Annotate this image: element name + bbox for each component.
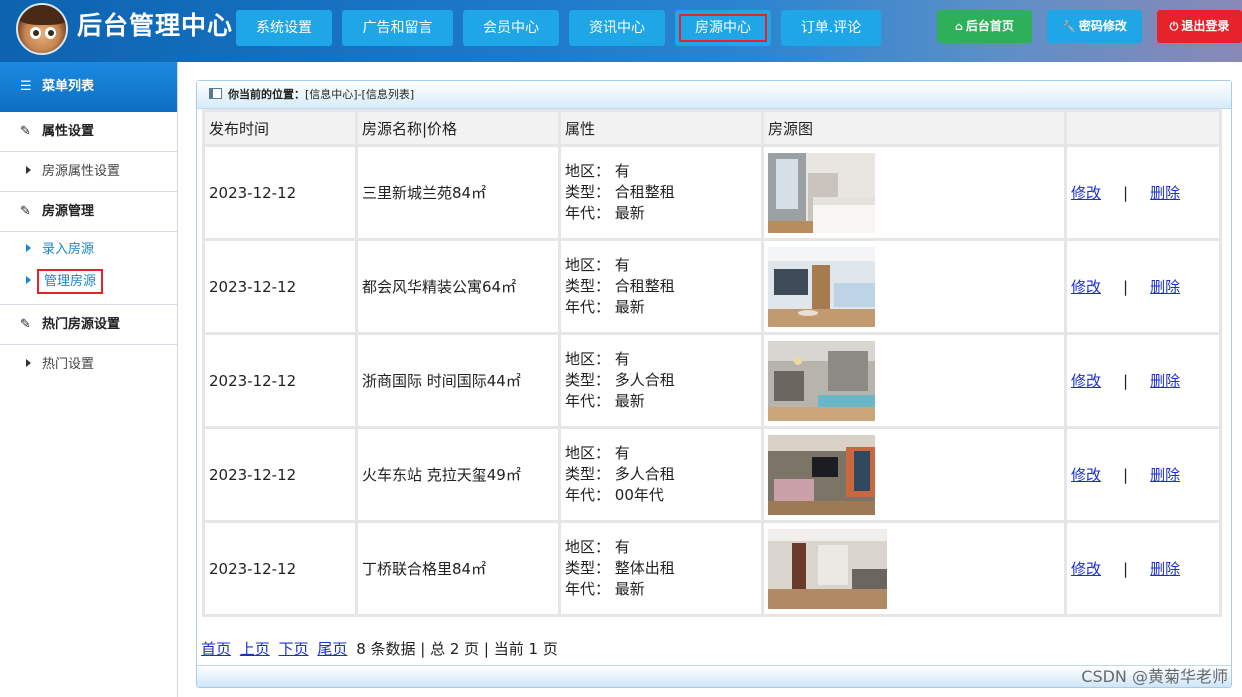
edit-link[interactable]: 修改 (1071, 372, 1101, 390)
breadcrumb: 你当前的位置：[信息中心]-[信息列表] (197, 81, 1231, 109)
sidebar-item-manage-house[interactable]: 管理房源 (0, 266, 177, 298)
house-attributes: 地区： 有 类型： 合租整租 年代： 最新 (561, 241, 761, 332)
table-row: 2023-12-12 三里新城兰苑84㎡ 地区： 有 类型： 合租整租 年代： … (205, 147, 1219, 238)
house-image-cell (764, 523, 1064, 614)
caret-right-icon (26, 166, 31, 174)
table-row: 2023-12-12 浙商国际 时间国际44㎡ 地区： 有 类型： 多人合租 年… (205, 335, 1219, 426)
house-attributes: 地区： 有 类型： 多人合租 年代： 00年代 (561, 429, 761, 520)
house-image-cell (764, 147, 1064, 238)
house-name: 浙商国际 时间国际44㎡ (358, 335, 558, 426)
panel-icon (209, 88, 222, 99)
house-image-cell (764, 241, 1064, 332)
delete-link[interactable]: 删除 (1150, 560, 1180, 578)
table-row: 2023-12-12 都会风华精装公寓64㎡ 地区： 有 类型： 合租整租 年代… (205, 241, 1219, 332)
top-header: 后台管理中心 系统设置 广告和留言 会员中心 资讯中心 房源中心 订单.评论 ⌂… (0, 0, 1242, 62)
publish-date: 2023-12-12 (205, 147, 355, 238)
nav-news-center[interactable]: 资讯中心 (569, 10, 665, 46)
table-header-row: 发布时间 房源名称|价格 属性 房源图 (205, 112, 1219, 144)
publish-date: 2023-12-12 (205, 429, 355, 520)
housing-management-items: 录入房源 管理房源 (0, 232, 177, 305)
main-panel: 你当前的位置：[信息中心]-[信息列表] 发布时间 房源名称|价格 属性 房源图… (196, 80, 1232, 688)
house-attributes: 地区： 有 类型： 整体出租 年代： 最新 (561, 523, 761, 614)
caret-right-icon (26, 244, 31, 252)
delete-link[interactable]: 删除 (1150, 184, 1180, 202)
house-photo (768, 152, 875, 233)
section-hot-housing-settings[interactable]: ✎ 热门房源设置 (0, 305, 177, 345)
table-row: 2023-12-12 丁桥联合格里84㎡ 地区： 有 类型： 整体出租 年代： … (205, 523, 1219, 614)
last-page-link[interactable]: 尾页 (317, 640, 347, 658)
power-icon: ⏻ (1169, 20, 1179, 33)
row-actions: 修改 | 删除 (1067, 523, 1219, 614)
pagination: 首页 上页 下页 尾页 8 条数据 | 总 2 页 | 当前 1 页 (201, 638, 558, 659)
first-page-link[interactable]: 首页 (201, 640, 231, 658)
house-photo (768, 246, 875, 327)
logout-button[interactable]: ⏻ 退出登录 (1157, 10, 1242, 43)
house-name: 三里新城兰苑84㎡ (358, 147, 558, 238)
nav-orders-comments[interactable]: 订单.评论 (781, 10, 881, 46)
nav-ads-messages[interactable]: 广告和留言 (342, 10, 453, 46)
app-title: 后台管理中心 (77, 11, 234, 40)
row-actions: 修改 | 删除 (1067, 429, 1219, 520)
col-house-image: 房源图 (764, 112, 1064, 144)
watermark: CSDN @黄菊华老师 (1081, 667, 1228, 686)
edit-icon: ✎ (20, 317, 31, 332)
col-actions (1067, 112, 1219, 144)
nav-member-center[interactable]: 会员中心 (463, 10, 559, 46)
house-photo (768, 434, 875, 515)
next-page-link[interactable]: 下页 (279, 640, 309, 658)
edit-icon: ✎ (20, 204, 31, 219)
house-attributes: 地区： 有 类型： 合租整租 年代： 最新 (561, 147, 761, 238)
house-attributes: 地区： 有 类型： 多人合租 年代： 最新 (561, 335, 761, 426)
delete-link[interactable]: 删除 (1150, 372, 1180, 390)
delete-link[interactable]: 删除 (1150, 466, 1180, 484)
sidebar-item-add-house[interactable]: 录入房源 (0, 234, 177, 266)
col-name-price: 房源名称|价格 (358, 112, 558, 144)
home-button[interactable]: ⌂ 后台首页 (937, 10, 1032, 43)
edit-link[interactable]: 修改 (1071, 560, 1101, 578)
change-password-button[interactable]: 🔧 密码修改 (1047, 10, 1142, 43)
logo-avatar (16, 3, 68, 55)
sidebar-item-hot-settings[interactable]: 热门设置 (0, 345, 177, 385)
edit-link[interactable]: 修改 (1071, 466, 1101, 484)
house-image-cell (764, 429, 1064, 520)
house-image-cell (764, 335, 1064, 426)
menu-header: ☰ 菜单列表 (0, 62, 177, 112)
edit-link[interactable]: 修改 (1071, 184, 1101, 202)
prev-page-link[interactable]: 上页 (240, 640, 270, 658)
edit-icon: ✎ (20, 124, 31, 139)
row-actions: 修改 | 删除 (1067, 147, 1219, 238)
section-attribute-settings[interactable]: ✎ 属性设置 (0, 112, 177, 152)
table-row: 2023-12-12 火车东站 克拉天玺49㎡ 地区： 有 类型： 多人合租 年… (205, 429, 1219, 520)
sidebar: ☰ 菜单列表 ✎ 属性设置 房源属性设置 ✎ 房源管理 录入房源 管理房源 ✎ 热门房源… (0, 62, 178, 697)
publish-date: 2023-12-12 (205, 523, 355, 614)
col-attributes: 属性 (561, 112, 761, 144)
wrench-icon: 🔧 (1062, 20, 1076, 33)
house-name: 丁桥联合格里84㎡ (358, 523, 558, 614)
row-actions: 修改 | 删除 (1067, 241, 1219, 332)
house-name: 都会风华精装公寓64㎡ (358, 241, 558, 332)
delete-link[interactable]: 删除 (1150, 278, 1180, 296)
house-photo (768, 528, 887, 609)
panel-footer-bar (197, 665, 1231, 687)
list-icon: ☰ (20, 79, 32, 94)
caret-right-icon (26, 359, 31, 367)
nav-system-settings[interactable]: 系统设置 (236, 10, 332, 46)
house-name: 火车东站 克拉天玺49㎡ (358, 429, 558, 520)
nav-housing-center[interactable]: 房源中心 (675, 10, 771, 46)
house-photo (768, 340, 875, 421)
caret-right-icon (26, 276, 31, 284)
sidebar-item-house-attribute-settings[interactable]: 房源属性设置 (0, 152, 177, 192)
section-housing-management[interactable]: ✎ 房源管理 (0, 192, 177, 232)
publish-date: 2023-12-12 (205, 241, 355, 332)
housing-table: 发布时间 房源名称|价格 属性 房源图 2023-12-12 三里新城兰苑84㎡… (202, 109, 1222, 617)
col-publish-time: 发布时间 (205, 112, 355, 144)
pagination-summary: 8 条数据 | 总 2 页 | 当前 1 页 (356, 640, 558, 658)
edit-link[interactable]: 修改 (1071, 278, 1101, 296)
home-icon: ⌂ (955, 20, 963, 33)
row-actions: 修改 | 删除 (1067, 335, 1219, 426)
publish-date: 2023-12-12 (205, 335, 355, 426)
